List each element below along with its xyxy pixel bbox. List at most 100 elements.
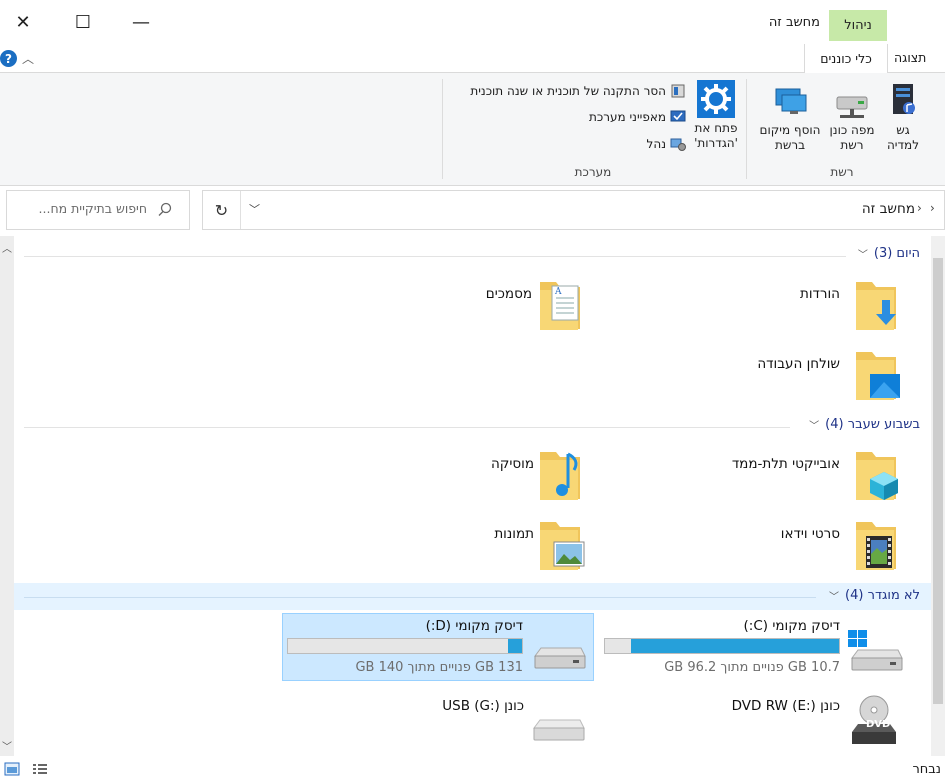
tab-drive-tools[interactable]: כלי כוננים [804, 44, 888, 73]
search-icon [158, 202, 172, 216]
scroll-up-icon[interactable]: ︿ [2, 240, 12, 255]
status-bar: נבחר [0, 758, 945, 784]
usb-drive-icon [533, 719, 585, 741]
tab-view[interactable]: תצוגה [894, 50, 926, 65]
map-drive-label: מפה כונן רשת [829, 123, 875, 152]
folder-label: אובייקטי תלת-ממד [731, 456, 840, 472]
minimize-button[interactable]: — [118, 6, 164, 38]
help-icon[interactable]: ? [0, 50, 17, 67]
folder-desktop[interactable]: שולחן העבודה [690, 348, 910, 404]
address-bar[interactable]: ↻ ﹀ מחשב זה › › [202, 190, 945, 230]
open-settings-label: פתח את 'הגדרות' [694, 121, 738, 150]
section-title: לא מוגדר (4) [845, 588, 920, 603]
downloads-folder-icon [856, 282, 896, 330]
svg-text:A: A [554, 287, 562, 297]
chevron-down-icon: ﹀ [857, 250, 868, 261]
details-view-icon[interactable] [32, 762, 48, 776]
chevron-up-icon[interactable]: ︿ [22, 50, 34, 67]
computer-management-icon [670, 138, 686, 151]
system-properties-label: מאפייני מערכת [588, 110, 666, 124]
map-network-drive-button[interactable]: מפה כונן רשת [826, 81, 878, 153]
drive-free-space: 131 GB פנויים מתוך 140 GB [355, 660, 523, 675]
scrollbar-thumb[interactable] [933, 258, 943, 704]
open-settings-button[interactable]: פתח את 'הגדרות' [690, 79, 742, 151]
breadcrumb-this-pc[interactable]: מחשב זה [862, 201, 915, 217]
folder-label: סרטי וידאו [780, 526, 840, 542]
manage-label: נהל [646, 137, 666, 151]
drive-d[interactable]: דיסק מקומי (D:) 131 GB פנויים מתוך 140 G… [282, 613, 594, 681]
uninstall-label: הסר התקנה של תוכנית או שנה תוכנית [470, 84, 666, 98]
window-title: מחשב זה [768, 15, 820, 30]
chevron-down-icon: ﹀ [829, 592, 840, 603]
3d-objects-folder-icon [856, 452, 898, 500]
address-dropdown-button[interactable]: ﹀ [249, 201, 260, 217]
ribbon-separator [442, 79, 443, 179]
drive-c-usage-bar [604, 638, 840, 654]
section-header-last-week[interactable]: בשבוע שעבר (4) ﹀ [760, 417, 920, 432]
large-icons-view-icon[interactable] [4, 762, 20, 776]
section-title: בשבוע שעבר (4) [825, 417, 920, 432]
close-button[interactable]: ✕ [0, 6, 46, 38]
network-drive-icon [836, 96, 868, 118]
folder-downloads[interactable]: הורדות [690, 278, 910, 334]
folder-3d-objects[interactable]: אובייקטי תלת-ממד [690, 448, 910, 504]
dvd-drive-icon: DVD [852, 695, 896, 744]
refresh-button[interactable]: ↻ [203, 191, 241, 229]
folder-documents[interactable]: A מסמכים [440, 278, 600, 334]
drive-label: דיסק מקומי (C:) [743, 618, 840, 634]
uninstall-program-button[interactable]: הסר התקנה של תוכנית או שנה תוכנית [420, 83, 686, 99]
section-divider [24, 597, 816, 598]
media-server-icon [893, 84, 915, 114]
maximize-button[interactable]: ☐ [60, 6, 106, 38]
system-properties-icon [670, 110, 686, 122]
nav-pane-scrollbar[interactable] [0, 236, 14, 756]
drive-g-usb[interactable]: כונן USB (G:) [282, 692, 594, 752]
tab-manage[interactable]: ניהול [829, 10, 887, 41]
pictures-folder-icon [540, 522, 585, 570]
drive-free-space: 10.7 GB פנויים מתוך 96.2 GB [664, 660, 840, 675]
add-location-label: הוסף מיקום ברשת [759, 123, 821, 152]
system-group-label: מערכת [574, 165, 612, 179]
drive-d-usage-bar [287, 638, 523, 654]
section-divider [24, 256, 846, 257]
manage-button[interactable]: נהל [420, 136, 686, 152]
refresh-icon: ↻ [214, 200, 229, 220]
add-network-location-button[interactable]: הוסף מיקום ברשת [754, 81, 826, 153]
folder-label: מוסיקה [490, 456, 534, 472]
section-divider [24, 427, 790, 428]
scroll-down-icon[interactable]: ﹀ [2, 738, 12, 753]
network-location-icon [775, 88, 807, 114]
folder-label: הורדות [799, 286, 840, 302]
breadcrumb[interactable]: מחשב זה [803, 201, 915, 217]
ribbon: גש למדיה מפה כונן רשת הוסף מיקום ברשת רש… [0, 73, 945, 186]
dvd-badge: DVD [866, 719, 890, 730]
chevron-down-icon: ﹀ [809, 421, 820, 432]
windows-drive-icon [848, 630, 903, 671]
usage-bar-fill [630, 639, 839, 653]
folder-pictures[interactable]: תמונות [440, 518, 600, 574]
folder-music[interactable]: מוסיקה [440, 448, 600, 504]
section-header-unsorted[interactable]: לא מוגדר (4) ﹀ [790, 588, 920, 603]
videos-folder-icon [856, 522, 896, 570]
folder-label: תמונות [494, 526, 534, 542]
ribbon-separator [746, 79, 747, 179]
section-title: היום (3) [873, 246, 920, 261]
uninstall-program-icon [671, 84, 685, 98]
chevron-right-icon: › [930, 201, 935, 215]
drive-c[interactable]: דיסק מקומי (C:) 10.7 GB פנויים מתוך 96.2… [600, 614, 912, 684]
documents-folder-icon: A [540, 282, 580, 330]
drive-e-dvd[interactable]: DVD כונן DVD RW (E:) [600, 692, 912, 752]
desktop-folder-icon [856, 352, 900, 400]
drive-label: כונן USB (G:) [442, 698, 524, 714]
chevron-right-icon: › [917, 201, 922, 215]
hard-drive-icon [534, 647, 586, 669]
search-placeholder: חיפוש בתיקיית מח... [38, 201, 147, 216]
folder-videos[interactable]: סרטי וידאו [690, 518, 910, 574]
settings-gear-icon [697, 80, 735, 118]
system-properties-button[interactable]: מאפייני מערכת [420, 109, 686, 125]
network-group-label: רשת [830, 165, 854, 179]
search-box[interactable]: חיפוש בתיקיית מח... [6, 190, 190, 230]
section-header-today[interactable]: היום (3) ﹀ [780, 246, 920, 261]
media-access-button[interactable]: גש למדיה [875, 81, 931, 153]
drive-label: כונן DVD RW (E:) [731, 698, 840, 714]
